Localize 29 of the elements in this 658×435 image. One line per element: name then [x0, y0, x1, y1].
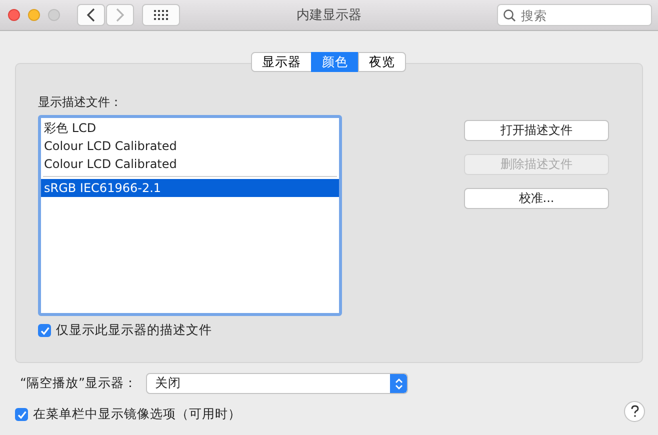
list-item[interactable]: Colour LCD Calibrated [41, 137, 339, 155]
chevron-left-icon [86, 8, 96, 22]
window-title: 内建显示器 [296, 7, 362, 24]
back-button[interactable] [77, 4, 105, 26]
stepper-icon [390, 374, 407, 393]
help-icon [630, 405, 640, 418]
chevron-right-icon [115, 8, 125, 22]
search-icon [503, 8, 516, 22]
airplay-popup[interactable]: 关闭 [146, 373, 408, 394]
search-field[interactable]: 搜索 [497, 4, 652, 26]
list-item[interactable]: sRGB IEC61966-2.1 [41, 179, 339, 197]
checkbox[interactable] [15, 408, 28, 421]
list-label: 显示描述文件： [38, 94, 123, 111]
close-button[interactable] [8, 9, 20, 21]
popup-label: “隔空播放”显示器： [20, 375, 138, 392]
tab[interactable]: 显示器 [251, 52, 312, 72]
grid-icon [154, 10, 168, 20]
push-button[interactable]: 打开描述文件 [464, 120, 609, 141]
tab[interactable]: 颜色 [311, 52, 359, 72]
list-item[interactable]: 彩色 LCD [41, 119, 339, 137]
checkbox[interactable] [38, 324, 51, 337]
list-item[interactable]: Colour LCD Calibrated [41, 155, 339, 173]
checkbox-label: 在菜单栏中显示镜像选项（可用时） [33, 406, 241, 423]
tab[interactable]: 夜览 [358, 52, 406, 72]
push-button[interactable]: 校准... [464, 188, 609, 209]
checkbox-label: 仅显示此显示器的描述文件 [56, 322, 212, 339]
profile-list[interactable]: 彩色 LCD Colour LCD Calibrated Colour LCD Calibrated sRGB IEC61966-2.1 [38, 115, 342, 316]
help-button[interactable] [624, 401, 645, 422]
show-all-button[interactable] [142, 4, 180, 26]
